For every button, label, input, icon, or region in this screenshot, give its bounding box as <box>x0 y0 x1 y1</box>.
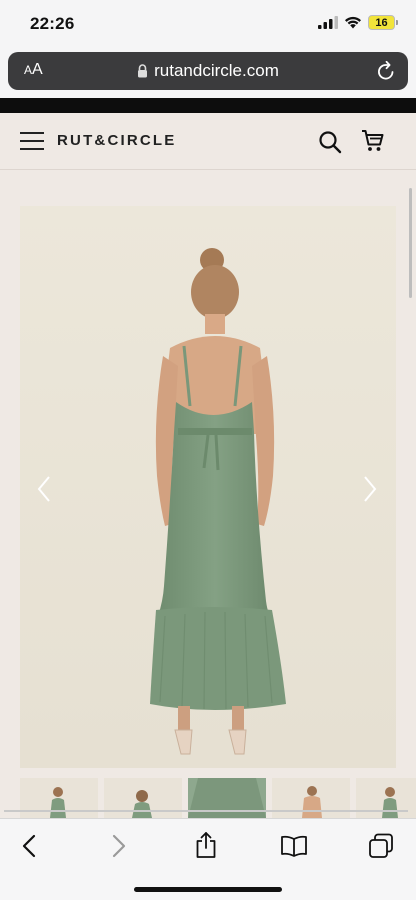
thumbnail-5[interactable] <box>356 778 416 818</box>
vertical-scroll-indicator <box>409 188 412 298</box>
status-icons: 16 <box>318 15 398 30</box>
site-logo[interactable]: RUT&CIRCLE <box>57 132 177 149</box>
url-field[interactable]: rutandcircle.com <box>8 61 408 81</box>
url-text: rutandcircle.com <box>154 61 279 80</box>
back-icon[interactable] <box>20 833 38 859</box>
horizontal-scroll-indicator <box>4 810 408 812</box>
site-header: RUT&CIRCLE <box>0 113 416 170</box>
address-bar[interactable]: AA rutandcircle.com <box>8 52 408 90</box>
lock-icon <box>138 64 148 78</box>
model-illustration <box>20 206 396 768</box>
thumbnail-4[interactable] <box>272 778 350 818</box>
reload-icon[interactable] <box>376 60 396 82</box>
product-thumbnails <box>20 778 416 818</box>
product-main-image[interactable] <box>20 206 396 768</box>
chevron-right-icon[interactable] <box>362 475 378 503</box>
thumbnail-2[interactable] <box>104 778 182 818</box>
home-indicator <box>134 887 282 892</box>
search-icon[interactable] <box>318 130 342 154</box>
cart-icon[interactable] <box>361 129 385 153</box>
chevron-left-icon[interactable] <box>36 475 52 503</box>
battery-level: 16 <box>368 15 395 30</box>
cellular-signal-icon <box>318 16 338 29</box>
forward-icon[interactable] <box>110 833 128 859</box>
thumbnail-1[interactable] <box>20 778 98 818</box>
bookmarks-icon[interactable] <box>280 835 308 857</box>
announcement-bar <box>0 98 416 113</box>
browser-address-area: AA rutandcircle.com <box>0 50 416 98</box>
share-icon[interactable] <box>194 831 218 859</box>
status-time: 22:26 <box>30 14 75 33</box>
status-bar: 22:26 16 <box>0 0 416 50</box>
battery-icon: 16 <box>368 15 398 30</box>
thumbnail-3[interactable] <box>188 778 266 818</box>
hamburger-menu-icon[interactable] <box>20 132 44 150</box>
wifi-icon <box>345 16 361 29</box>
tabs-icon[interactable] <box>368 833 394 859</box>
